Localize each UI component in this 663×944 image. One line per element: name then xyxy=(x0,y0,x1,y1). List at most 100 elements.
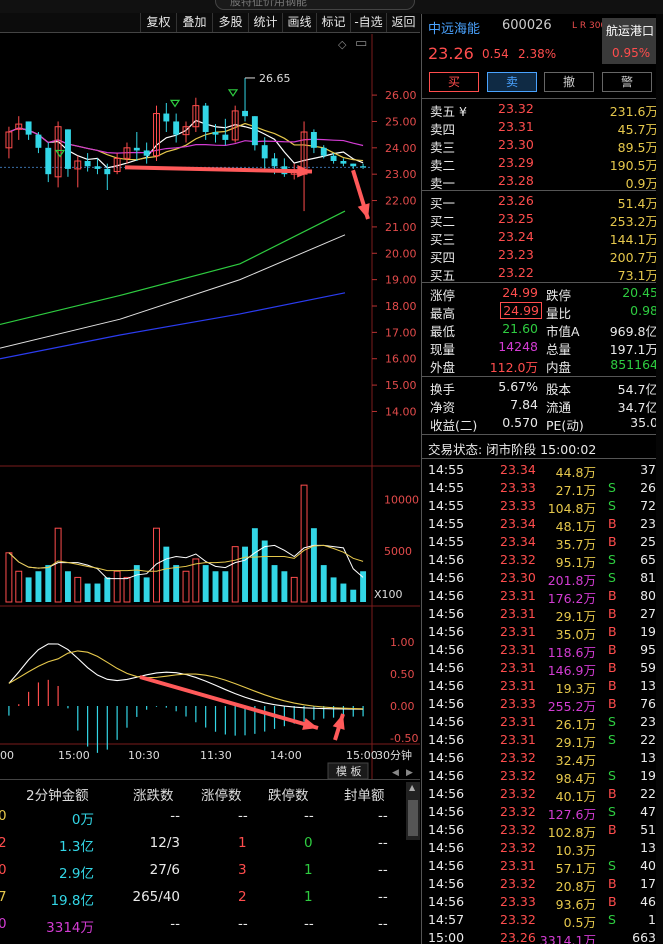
candle[interactable] xyxy=(310,129,317,154)
macd-axis-label: -0.50 xyxy=(390,732,418,745)
candle[interactable] xyxy=(261,137,268,169)
col-amount-header[interactable]: 2分钟金额 xyxy=(26,784,89,804)
buy-button[interactable]: 买 xyxy=(429,72,479,92)
tick-count: 13 xyxy=(640,678,656,693)
candle[interactable] xyxy=(25,121,32,140)
scroll-thumb[interactable] xyxy=(408,800,418,836)
candle[interactable] xyxy=(143,142,150,164)
candle[interactable] xyxy=(360,163,367,169)
collapse-icon[interactable]: ▭ xyxy=(355,36,367,51)
tick-side: B xyxy=(608,822,617,837)
tick-row: 14:56 23.32 32.4万 13 xyxy=(422,749,663,768)
row-seal: -- xyxy=(378,916,388,932)
table-row[interactable]: 0 0万 -- -- -- -- xyxy=(0,806,420,828)
col-seal-header[interactable]: 封单额 xyxy=(344,784,385,804)
tick-row: 14:56 23.32 102.8万 B 51 xyxy=(422,821,663,840)
search-input[interactable]: 股特征价用钢能 xyxy=(215,0,415,10)
candle[interactable] xyxy=(45,142,52,183)
bid-row[interactable]: 买五 23.22 73.1万 xyxy=(422,264,663,283)
kline-chart[interactable]: 26.00 25.00 24.00 23.00 22.00 21.00 20.00 19.00… xyxy=(0,34,420,779)
table-row[interactable]: 0 2.9亿 27/6 3 1 -- xyxy=(0,860,420,882)
tick-price: 23.32 xyxy=(500,804,536,819)
candle[interactable] xyxy=(35,132,42,154)
bid-row[interactable]: 买三 23.24 144.1万 xyxy=(422,228,663,247)
tick-side: S xyxy=(608,732,616,747)
sell-button[interactable]: 卖 xyxy=(487,72,537,92)
menu-stats-button[interactable]: 统计 xyxy=(248,13,282,32)
menu-overlay-button[interactable]: 叠加 xyxy=(176,13,212,32)
table-row[interactable]: 7 19.8亿 265/40 2 1 -- xyxy=(0,887,420,909)
candle[interactable] xyxy=(350,163,357,169)
candle[interactable] xyxy=(133,132,140,161)
tick-time: 14:56 xyxy=(428,588,465,603)
table-scrollbar[interactable]: ▲ xyxy=(406,782,420,840)
stat-value: 112.0万 xyxy=(489,360,538,375)
candle[interactable] xyxy=(340,158,347,167)
tick-side: S xyxy=(608,714,616,729)
menu-draw-button[interactable]: 画线 xyxy=(282,13,316,32)
candle[interactable] xyxy=(173,113,180,143)
volume-bar xyxy=(35,571,42,602)
period-selector[interactable]: 30分钟 xyxy=(376,748,412,762)
col-limitdown-header[interactable]: 跌停数 xyxy=(268,784,309,804)
time-nav-right-icon[interactable]: ▶ xyxy=(406,768,413,778)
sector-badge[interactable]: 航运港口 0.95% xyxy=(602,18,658,64)
alert-button[interactable]: 警 xyxy=(602,72,652,92)
stock-code: 600026 xyxy=(502,18,552,33)
candle[interactable] xyxy=(231,105,239,143)
row-index: 0 xyxy=(0,808,7,824)
candle[interactable] xyxy=(74,155,82,188)
tick-side: S xyxy=(608,552,616,567)
price-axis-label: 26.00 xyxy=(385,89,417,102)
scroll-up-icon[interactable]: ▲ xyxy=(409,783,415,792)
candle[interactable] xyxy=(163,103,170,132)
divider xyxy=(422,458,663,459)
ask-row[interactable]: 卖四 23.31 45.7万 xyxy=(422,118,663,137)
menu-multi-stock-button[interactable]: 多股 xyxy=(212,13,248,32)
stat-value: 35.0 xyxy=(630,415,658,430)
menu-mark-button[interactable]: 标记 xyxy=(316,13,350,32)
ask-row[interactable]: 卖一 23.28 0.9万 xyxy=(422,172,663,191)
candle[interactable] xyxy=(251,116,258,151)
candle[interactable] xyxy=(64,129,71,177)
table-row[interactable]: 2 1.3亿 12/3 1 0 -- xyxy=(0,833,420,855)
candle[interactable] xyxy=(300,121,308,212)
menu-watchlist-button[interactable]: -自选 xyxy=(350,13,386,32)
bid-row[interactable]: 买一 23.26 51.4万 xyxy=(422,192,663,211)
col-limitup-header[interactable]: 涨停数 xyxy=(201,784,242,804)
tick-row: 14:57 23.32 0.5万 S 1 xyxy=(422,911,663,930)
quote-panel: 中远海能 600026 L R 300 航运港口 0.95% 23.26 0.5… xyxy=(421,14,663,944)
tick-count: 95 xyxy=(640,642,656,657)
row-updown: -- xyxy=(170,916,180,932)
time-nav-left-icon[interactable]: ◀ xyxy=(392,768,399,778)
tick-side: B xyxy=(608,876,617,891)
diamond-icon[interactable]: ◇ xyxy=(338,38,346,51)
template-button[interactable]: 模 板 xyxy=(336,764,362,778)
candle[interactable] xyxy=(153,105,160,161)
col-updown-header[interactable]: 涨跌数 xyxy=(133,784,174,804)
volume-bar xyxy=(15,570,23,603)
menu-fuquan-button[interactable]: 复权 xyxy=(140,13,176,32)
bid-row[interactable]: 买二 23.25 253.2万 xyxy=(422,210,663,229)
candle[interactable] xyxy=(281,158,288,177)
row-limitup: -- xyxy=(238,808,248,824)
candle[interactable] xyxy=(242,77,248,122)
right-edge-strip xyxy=(656,14,663,944)
ask-row[interactable]: 卖三 23.30 89.5万 xyxy=(422,136,663,155)
ask-row[interactable]: 卖五 ¥23.32 231.6万 xyxy=(422,100,663,119)
volume-bar xyxy=(143,577,150,602)
table-row[interactable]: 0 3314万 -- -- -- -- xyxy=(0,914,420,936)
menu-back-button[interactable]: 返回 xyxy=(386,13,420,32)
stock-name[interactable]: 中远海能 xyxy=(428,18,480,37)
stat-row: 净资 7.84 流通 34.7亿 xyxy=(422,396,663,415)
candle[interactable] xyxy=(113,153,121,175)
tick-side: B xyxy=(608,696,617,711)
volume-bar xyxy=(320,565,327,602)
cancel-order-button[interactable]: 撤 xyxy=(544,72,594,92)
bid-row[interactable]: 买四 23.23 200.7万 xyxy=(422,246,663,265)
candle[interactable] xyxy=(84,153,91,172)
volume-bar xyxy=(290,576,298,603)
candle[interactable] xyxy=(192,97,200,132)
tick-side: B xyxy=(608,516,617,531)
ask-row[interactable]: 卖二 23.29 190.5万 xyxy=(422,154,663,173)
